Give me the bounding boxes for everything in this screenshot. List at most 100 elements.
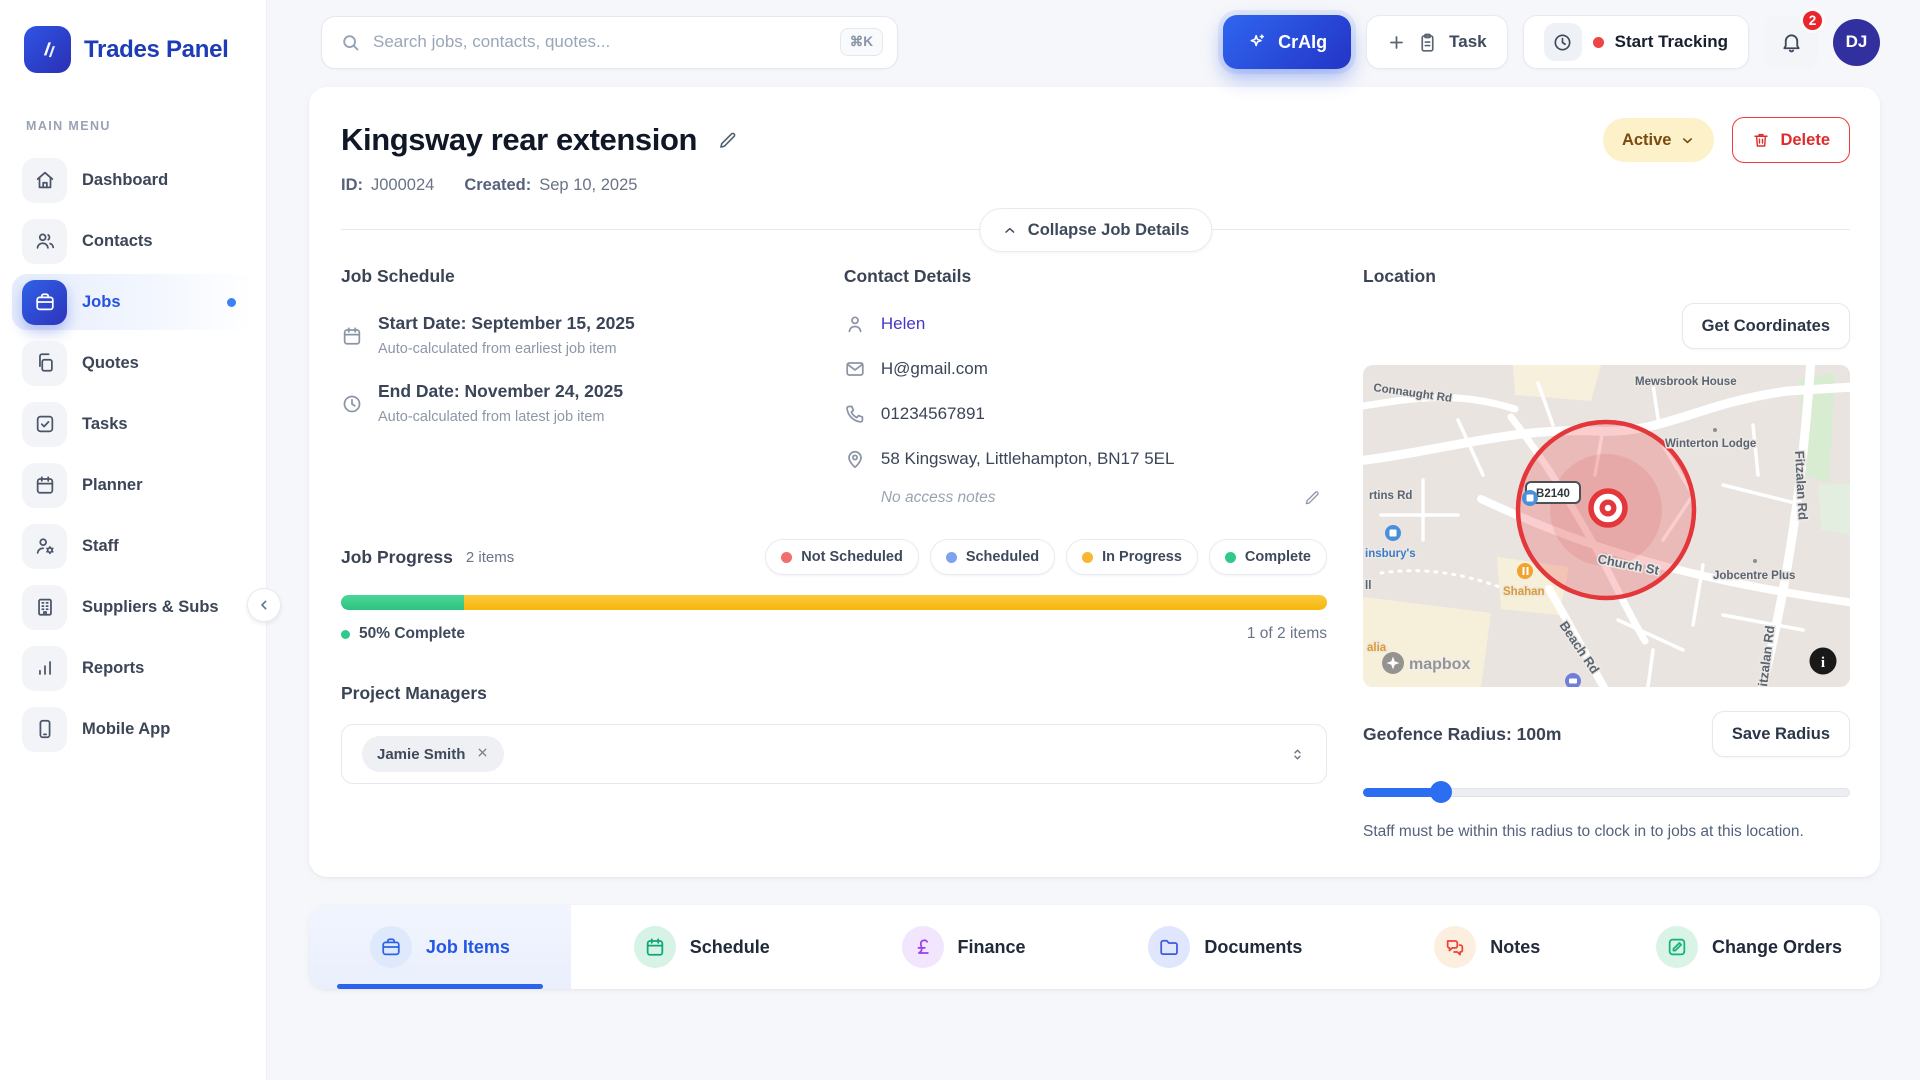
edit-access-notes-icon[interactable] xyxy=(1303,489,1321,507)
sidebar-item-planner[interactable]: Planner xyxy=(12,457,254,513)
sidebar-item-label: Jobs xyxy=(82,293,121,312)
tab-label: Change Orders xyxy=(1712,937,1842,958)
tab-job-items[interactable]: Job Items xyxy=(309,905,571,989)
tab-documents[interactable]: Documents xyxy=(1094,905,1356,989)
progress-complete-label: 50% Complete xyxy=(359,625,465,643)
sidebar-item-label: Planner xyxy=(82,476,143,495)
schedule-item-note: Auto-calculated from latest job item xyxy=(378,409,623,425)
svg-text:mapbox: mapbox xyxy=(1409,656,1470,673)
remove-manager-icon[interactable] xyxy=(476,746,489,763)
tab-label: Notes xyxy=(1490,937,1540,958)
add-task-button[interactable]: Task xyxy=(1366,15,1508,69)
contact-phone-value: 01234567891 xyxy=(881,404,985,424)
recording-dot xyxy=(1593,37,1604,48)
sidebar-item-staff[interactable]: Staff xyxy=(12,518,254,574)
schedule-item: End Date: November 24, 2025 Auto-calcula… xyxy=(341,381,844,425)
contact-person-value[interactable]: Helen xyxy=(881,314,925,334)
bell-icon xyxy=(1780,31,1803,54)
calendar-icon xyxy=(22,463,67,508)
tab-label: Documents xyxy=(1204,937,1302,958)
search-input[interactable] xyxy=(373,32,828,52)
sidebar-item-dashboard[interactable]: Dashboard xyxy=(12,152,254,208)
sidebar-item-label: Dashboard xyxy=(82,171,168,190)
smartphone-icon xyxy=(22,707,67,752)
legend-dot xyxy=(781,552,792,563)
tab-label: Job Items xyxy=(426,937,510,958)
check-square-icon xyxy=(22,402,67,447)
save-radius-label: Save Radius xyxy=(1732,725,1830,743)
delete-button[interactable]: Delete xyxy=(1732,117,1850,163)
sidebar-item-quotes[interactable]: Quotes xyxy=(12,335,254,391)
radius-slider[interactable] xyxy=(1363,781,1850,803)
sidebar-section-label: MAIN MENU xyxy=(0,79,266,147)
manager-chips: Jamie Smith xyxy=(362,736,504,772)
copy-icon xyxy=(22,341,67,386)
save-radius-button[interactable]: Save Radius xyxy=(1712,711,1850,757)
sidebar-item-label: Mobile App xyxy=(82,720,170,739)
tracking-label: Start Tracking xyxy=(1615,32,1728,52)
slider-thumb[interactable] xyxy=(1430,781,1452,803)
edit-title-icon[interactable] xyxy=(717,130,738,151)
job-details-card: Kingsway rear extension Active Delete ID… xyxy=(309,87,1880,877)
status-label: Active xyxy=(1622,131,1672,150)
tab-change-orders[interactable]: Change Orders xyxy=(1618,905,1880,989)
legend-label: Not Scheduled xyxy=(801,549,903,565)
tab-notes[interactable]: Notes xyxy=(1356,905,1618,989)
tab-finance[interactable]: Finance xyxy=(833,905,1095,989)
sidebar-item-mobile-app[interactable]: Mobile App xyxy=(12,701,254,757)
chat-icon xyxy=(1434,926,1476,968)
collapse-job-details-button[interactable]: Collapse Job Details xyxy=(979,208,1212,252)
job-schedule-section: Job Schedule Start Date: September 15, 2… xyxy=(341,266,844,507)
contact-pin-value: 58 Kingsway, Littlehampton, BN17 5EL xyxy=(881,449,1175,469)
tab-label: Finance xyxy=(958,937,1026,958)
manager-chip: Jamie Smith xyxy=(362,736,504,772)
sidebar-item-reports[interactable]: Reports xyxy=(12,640,254,696)
divider: Collapse Job Details xyxy=(341,229,1850,230)
contact-row: H@gmail.com xyxy=(844,358,1327,380)
delete-label: Delete xyxy=(1780,131,1830,150)
building-icon xyxy=(22,585,67,630)
project-managers-section: Project Managers Jamie Smith xyxy=(341,683,1327,784)
page-title: Kingsway rear extension xyxy=(341,122,697,158)
status-badge[interactable]: Active xyxy=(1603,118,1715,162)
chevron-left-icon xyxy=(256,597,272,613)
pound-icon xyxy=(902,926,944,968)
complete-dot xyxy=(341,630,350,639)
svg-text:B2140: B2140 xyxy=(1536,488,1570,500)
map[interactable]: B2140 xyxy=(1363,365,1850,687)
location-heading: Location xyxy=(1363,266,1850,287)
legend-dot xyxy=(1225,552,1236,563)
get-coordinates-button[interactable]: Get Coordinates xyxy=(1682,303,1850,349)
geofence-radius-label: Geofence Radius: 100m xyxy=(1363,724,1561,745)
tab-label: Schedule xyxy=(690,937,770,958)
sidebar: Trades Panel MAIN MENU Dashboard Contact… xyxy=(0,0,267,1080)
sidebar-item-jobs[interactable]: Jobs xyxy=(12,274,254,330)
job-created-value: Sep 10, 2025 xyxy=(539,176,637,195)
project-managers-select[interactable]: Jamie Smith xyxy=(341,724,1327,784)
phone-icon xyxy=(844,403,866,425)
start-tracking-button[interactable]: Start Tracking xyxy=(1523,15,1749,69)
clipboard-icon xyxy=(1417,32,1438,53)
logo[interactable]: Trades Panel xyxy=(0,0,266,79)
craig-button[interactable]: CrAIg xyxy=(1223,15,1351,69)
schedule-item-title: Start Date: September 15, 2025 xyxy=(378,313,635,333)
users-icon xyxy=(22,219,67,264)
project-managers-heading: Project Managers xyxy=(341,683,1327,704)
legend-complete: Complete xyxy=(1209,539,1327,575)
job-progress-heading: Job Progress xyxy=(341,547,453,568)
schedule-item-note: Auto-calculated from earliest job item xyxy=(378,341,635,357)
schedule-item-title: End Date: November 24, 2025 xyxy=(378,381,623,401)
job-tabbar: Job Items Schedule Finance Documents Not… xyxy=(309,905,1880,989)
clock-icon xyxy=(341,383,363,425)
sidebar-collapse-button[interactable] xyxy=(247,588,281,622)
sidebar-item-contacts[interactable]: Contacts xyxy=(12,213,254,269)
search-box[interactable]: ⌘K xyxy=(321,16,898,69)
contact-row: 58 Kingsway, Littlehampton, BN17 5EL xyxy=(844,448,1327,470)
avatar[interactable]: DJ xyxy=(1833,19,1880,66)
tab-schedule[interactable]: Schedule xyxy=(571,905,833,989)
sidebar-item-suppliers-subs[interactable]: Suppliers & Subs xyxy=(12,579,254,635)
sidebar-item-label: Quotes xyxy=(82,354,139,373)
manager-name: Jamie Smith xyxy=(377,746,465,763)
progress-count-label: 1 of 2 items xyxy=(1247,625,1327,643)
sidebar-item-tasks[interactable]: Tasks xyxy=(12,396,254,452)
